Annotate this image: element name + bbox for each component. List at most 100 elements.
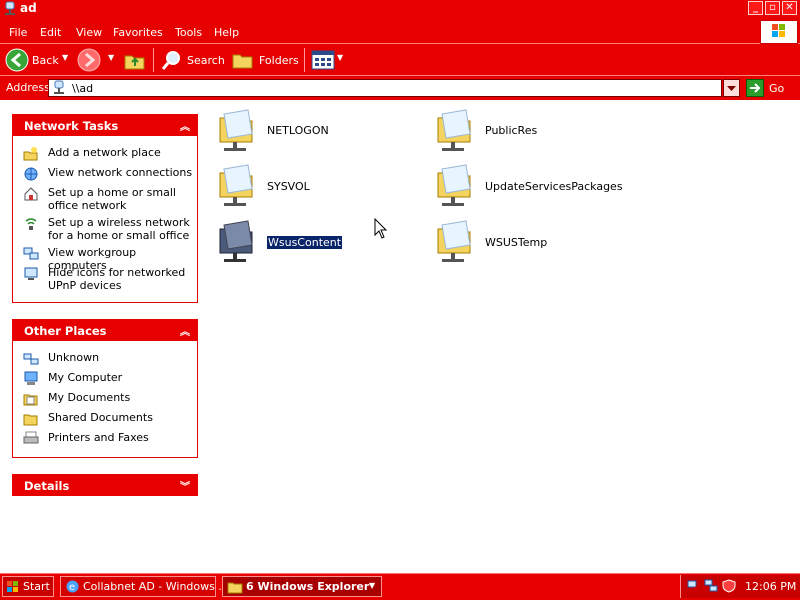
my-computer-icon xyxy=(24,371,38,385)
folders-icon[interactable] xyxy=(231,49,255,71)
workgroup-computers-icon xyxy=(23,247,39,260)
share-label[interactable]: NETLOGON xyxy=(267,124,329,137)
menu-file[interactable]: File xyxy=(9,26,27,39)
taskbar-button-explorer[interactable]: 6 Windows Explorer ▼ xyxy=(222,576,382,597)
selected-share-name: WsusContent xyxy=(267,236,343,249)
windows-logo-icon xyxy=(7,581,18,592)
windows-logo-icon xyxy=(760,20,798,44)
close-button[interactable]: ✕ xyxy=(782,1,797,15)
go-arrow-icon[interactable] xyxy=(746,79,764,97)
svg-text:e: e xyxy=(69,582,75,593)
toolbar xyxy=(0,44,800,76)
share-netlogon[interactable] xyxy=(218,108,258,157)
collapse-chevron-icon[interactable]: ︽ xyxy=(180,118,190,133)
share-wsuscontent[interactable] xyxy=(218,219,258,268)
menu-edit[interactable]: Edit xyxy=(40,26,61,39)
security-shield-icon[interactable] xyxy=(722,579,736,593)
network-share-icon xyxy=(54,80,64,94)
upnp-devices-icon xyxy=(24,267,38,280)
network-status-icon[interactable] xyxy=(687,579,701,593)
group-dropdown-icon[interactable]: ▼ xyxy=(369,581,375,590)
folders-button[interactable]: Folders xyxy=(259,54,299,67)
address-value: \\ad xyxy=(72,82,94,95)
back-arrow-icon[interactable] xyxy=(5,48,29,72)
share-label[interactable]: UpdateServicesPackages xyxy=(485,180,623,193)
window-title: ad xyxy=(20,1,37,15)
menu-tools[interactable]: Tools xyxy=(175,26,202,39)
restore-button[interactable]: ▫ xyxy=(765,1,780,15)
shared-folder-icon xyxy=(437,109,471,151)
taskbar-button-collabnet[interactable]: e Collabnet AD - Windows ... xyxy=(60,576,229,597)
menu-favorites[interactable]: Favorites xyxy=(113,26,163,39)
place-label: Shared Documents xyxy=(48,411,153,424)
shared-folder-icon xyxy=(219,109,253,151)
shared-folder-icon xyxy=(437,164,471,206)
network-connection-icon[interactable] xyxy=(704,579,718,593)
task-label: Set up a home or small office network xyxy=(48,186,176,212)
start-label: Start xyxy=(23,580,50,593)
task-label: Add a network place xyxy=(48,146,161,159)
network-connections-icon xyxy=(24,167,38,181)
go-button[interactable]: Go xyxy=(769,82,784,95)
share-wsustemp[interactable] xyxy=(436,219,476,268)
shared-folder-icon xyxy=(219,220,253,262)
address-input[interactable] xyxy=(48,79,722,97)
network-share-icon xyxy=(5,1,15,15)
wireless-network-icon xyxy=(25,218,37,230)
back-button[interactable]: Back xyxy=(32,54,59,67)
share-label[interactable]: SYSVOL xyxy=(267,180,310,193)
clock[interactable]: 12:06 PM xyxy=(745,580,796,593)
system-tray: 12:06 PM xyxy=(680,575,800,598)
place-label: Unknown xyxy=(48,351,100,364)
internet-explorer-icon: e xyxy=(66,580,79,593)
place-label: Printers and Faxes xyxy=(48,431,149,444)
address-dropdown-button[interactable] xyxy=(723,79,740,97)
menu-view[interactable]: View xyxy=(76,26,102,39)
views-dropdown-icon[interactable]: ▼ xyxy=(337,53,343,62)
task-label: Set up a wireless network for a home or … xyxy=(48,216,190,242)
printer-icon xyxy=(23,431,39,444)
network-neighborhood-icon xyxy=(23,353,39,365)
shared-folder-icon xyxy=(219,164,253,206)
share-publicres[interactable] xyxy=(436,108,476,157)
start-button[interactable]: Start xyxy=(2,576,54,597)
task-label: View network connections xyxy=(48,166,193,179)
folder-icon xyxy=(227,582,243,594)
mouse-cursor-icon xyxy=(374,218,388,239)
share-updateservicespackages[interactable] xyxy=(436,163,476,212)
toolbar-separator xyxy=(153,48,154,72)
share-label[interactable]: WSUSTemp xyxy=(485,236,547,249)
address-label: Address xyxy=(6,81,50,94)
share-sysvol[interactable] xyxy=(218,163,258,212)
place-label: My Computer xyxy=(48,371,123,384)
shared-folder-icon xyxy=(437,220,471,262)
network-tasks-title: Network Tasks xyxy=(24,119,119,133)
forward-arrow-icon[interactable] xyxy=(77,48,101,72)
other-places-title: Other Places xyxy=(24,324,107,338)
home-network-icon xyxy=(24,187,38,201)
minimize-button[interactable]: _ xyxy=(748,1,763,15)
add-network-place-icon xyxy=(23,147,38,161)
menu-help[interactable]: Help xyxy=(214,26,239,39)
share-label-selected[interactable]: WsusContent xyxy=(267,236,343,249)
expand-chevron-icon[interactable]: ︾ xyxy=(180,478,190,493)
taskbar-button-label: 6 Windows Explorer xyxy=(246,580,370,593)
up-folder-icon[interactable] xyxy=(123,49,147,71)
shared-documents-icon xyxy=(23,414,38,426)
search-icon[interactable] xyxy=(160,49,184,71)
details-title: Details xyxy=(24,479,70,493)
search-button[interactable]: Search xyxy=(187,54,225,67)
task-label: Hide icons for networked UPnP devices xyxy=(48,266,186,292)
taskbar-button-label: Collabnet AD - Windows ... xyxy=(83,580,229,593)
title-bar[interactable] xyxy=(0,0,800,18)
place-label: My Documents xyxy=(48,391,131,404)
details-header[interactable]: Details ︾ xyxy=(12,474,198,496)
forward-dropdown-icon[interactable]: ▼ xyxy=(108,53,114,62)
other-places-panel: Unknown My Computer My Documents Shared … xyxy=(12,341,198,458)
other-places-header[interactable]: Other Places ︽ xyxy=(12,319,198,341)
share-label[interactable]: PublicRes xyxy=(485,124,537,137)
collapse-chevron-icon[interactable]: ︽ xyxy=(180,323,190,338)
views-icon[interactable] xyxy=(311,50,335,70)
back-dropdown-icon[interactable]: ▼ xyxy=(62,53,68,62)
network-tasks-header[interactable]: Network Tasks ︽ xyxy=(12,114,198,136)
